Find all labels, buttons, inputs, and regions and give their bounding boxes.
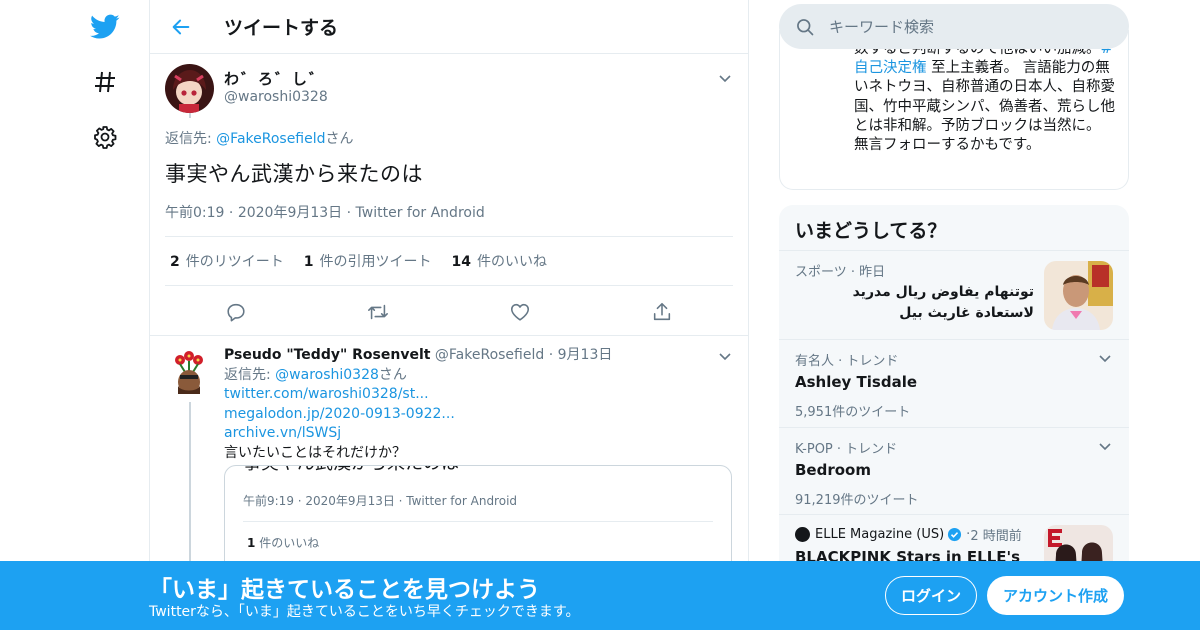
hashtag-icon [95, 71, 115, 93]
reply-prefix: 返信先: [224, 366, 276, 383]
retweet-icon [368, 304, 388, 320]
avatar-image [165, 348, 214, 397]
reply-prefix: 返信先: [165, 131, 217, 147]
search-input[interactable] [829, 17, 1109, 36]
trend-headline: توتنهام يفاوض ريال مدريد لاستعادة غاريث … [852, 284, 1034, 321]
chevron-down-icon[interactable] [1097, 438, 1113, 454]
main-column: ツイートする わ゛ろ゛し゛ @waroshi0328 返信先: @FakeRos… [149, 0, 749, 630]
likes-stat[interactable]: 14 件のいいね [452, 251, 547, 271]
retweets-count: 2 [170, 254, 180, 270]
quoted-tweet-meta: 午前9:19 · 2020年9月13日 · Twitter for Androi… [243, 494, 518, 508]
likes-label: 件のいいね [476, 254, 547, 270]
tweet-source: Twitter for Android [355, 205, 485, 221]
author-name[interactable]: わ゛ろ゛し゛ [224, 68, 326, 89]
divider [243, 521, 713, 522]
gear-icon [94, 126, 117, 149]
link-twitter[interactable]: twitter.com/waroshi0328/st... [224, 386, 429, 402]
retweets-label: 件のリツイート [185, 254, 284, 270]
tweet-text: 言いたいことはそれだけか？ [224, 444, 406, 461]
avatar[interactable] [165, 64, 214, 113]
page-title: ツイートする [224, 17, 339, 39]
tweet-date[interactable]: 2020年9月13日 [238, 205, 342, 221]
trend-thumbnail-image [1044, 261, 1113, 330]
trend-item[interactable]: K-POP · トレンド Bedroom 91,219件のツイート [779, 428, 1129, 515]
profile-bio-card: 数するど判断するので他はいい加減。#自己決定権 至上主義者。 言語能力の無いネト… [779, 30, 1129, 190]
heart-icon [510, 303, 530, 321]
reply-handle-link[interactable]: @waroshi0328 [275, 367, 379, 383]
elle-logo-icon [795, 527, 810, 542]
reply-header: Pseudo "Teddy" Rosenvelt @FakeRosefield … [224, 347, 613, 363]
tweet-meta: 午前0:19 · 2020年9月13日 · Twitter for Androi… [165, 205, 485, 221]
tweet-actions [165, 294, 733, 330]
avatar[interactable] [165, 348, 214, 397]
trend-tweet-count: 5,951件のツイート [795, 405, 911, 420]
reply-button[interactable] [165, 301, 307, 323]
left-nav [0, 0, 150, 630]
chevron-down-icon[interactable] [1097, 350, 1113, 366]
back-arrow-icon [172, 19, 190, 34]
trend-item[interactable]: 有名人 · トレンド Ashley Tisdale 5,951件のツイート [779, 340, 1129, 428]
search-icon [797, 18, 814, 35]
quoted-tweet-text: 事実やん武漢から来たのは [243, 466, 459, 474]
retweet-button[interactable] [307, 301, 449, 323]
banner-subtitle: Twitterなら、「いま」起きていることをいち早くチェックできます。 [149, 604, 580, 620]
trend-name: Ashley Tisdale [795, 373, 918, 391]
retweets-stat[interactable]: 2 件のリツイート [170, 251, 284, 271]
link-megalodon[interactable]: megalodon.jp/2020-0913-0922... [224, 406, 455, 422]
trend-source: ELLE Magazine (US) [815, 527, 945, 542]
quotes-label: 件の引用ツイート [319, 254, 432, 270]
verified-badge-icon [948, 527, 962, 542]
chevron-down-icon[interactable] [717, 70, 733, 86]
main-tweet: わ゛ろ゛し゛ @waroshi0328 返信先: @FakeRosefieldさ… [150, 54, 748, 336]
tweet-stats: 2 件のリツイート 1 件の引用ツイート 14 件のいいね [165, 236, 733, 286]
quoted-likes: 1 件のいいね [247, 534, 319, 554]
back-button[interactable] [168, 14, 194, 40]
like-button[interactable] [449, 301, 591, 323]
reply-to: 返信先: @FakeRosefieldさん [165, 128, 354, 148]
reply-to: 返信先: @waroshi0328さん [224, 366, 733, 386]
login-button[interactable]: ログイン [885, 576, 977, 615]
quotes-stat[interactable]: 1 件の引用ツイート [304, 251, 432, 271]
trend-category: 有名人 · トレンド [795, 354, 899, 369]
quoted-likes-count: 1 [247, 536, 256, 550]
trend-item[interactable]: スポーツ · 昨日 توتنهام يفاوض ريال مدريد لاستع… [779, 251, 1129, 340]
trends-title: いまどうしてる？ [779, 205, 1129, 251]
twitter-bird-icon [90, 14, 120, 39]
share-icon [653, 302, 671, 321]
reply-icon [227, 303, 245, 322]
page-header: ツイートする [150, 0, 748, 54]
bio-text: 数するど判断するので他はいい加減。#自己決定権 至上主義者。 言語能力の無いネト… [854, 40, 1119, 155]
tweet-text: 事実やん武漢から来たのは [165, 162, 423, 186]
explore-link[interactable] [85, 62, 125, 102]
signup-button[interactable]: アカウント作成 [987, 576, 1124, 615]
avatar-image [165, 64, 214, 113]
share-button[interactable] [591, 301, 733, 323]
banner-title: 「いま」起きていることを見つけよう [149, 577, 540, 603]
reply-suffix: さん [378, 366, 407, 383]
tweet-date[interactable]: 9月13日 [558, 347, 613, 363]
trend-tweet-count: 91,219件のツイート [795, 493, 919, 508]
author-handle[interactable]: @waroshi0328 [224, 89, 328, 105]
likes-count: 14 [451, 254, 471, 270]
tweet-time[interactable]: 午前0:19 [165, 205, 224, 221]
trend-thumbnail [1044, 261, 1113, 330]
quotes-count: 1 [303, 254, 314, 270]
author-name[interactable]: Pseudo "Teddy" Rosenvelt [224, 347, 430, 363]
reply-body: Pseudo "Teddy" Rosenvelt @FakeRosefield … [224, 346, 733, 575]
settings-link[interactable] [85, 117, 125, 157]
reply-suffix: さん [325, 131, 354, 147]
author-handle[interactable]: @FakeRosefield [435, 347, 544, 363]
trend-category: K-POP · トレンド [795, 442, 898, 457]
reply-handle-link[interactable]: @FakeRosefield [216, 131, 325, 147]
quoted-tweet[interactable]: 事実やん武漢から来たのは 午前9:19 · 2020年9月13日 · Twitt… [224, 465, 732, 575]
link-archive[interactable]: archive.vn/lSWSj [224, 425, 341, 441]
trend-name: Bedroom [795, 461, 871, 479]
trend-time: 2 時間前 [970, 529, 1022, 544]
twitter-home-link[interactable] [85, 7, 125, 47]
signup-banner: 「いま」起きていることを見つけよう Twitterなら、「いま」起きていることを… [0, 561, 1200, 630]
search-box[interactable] [779, 4, 1129, 49]
quoted-likes-label: 件のいいね [259, 536, 320, 550]
